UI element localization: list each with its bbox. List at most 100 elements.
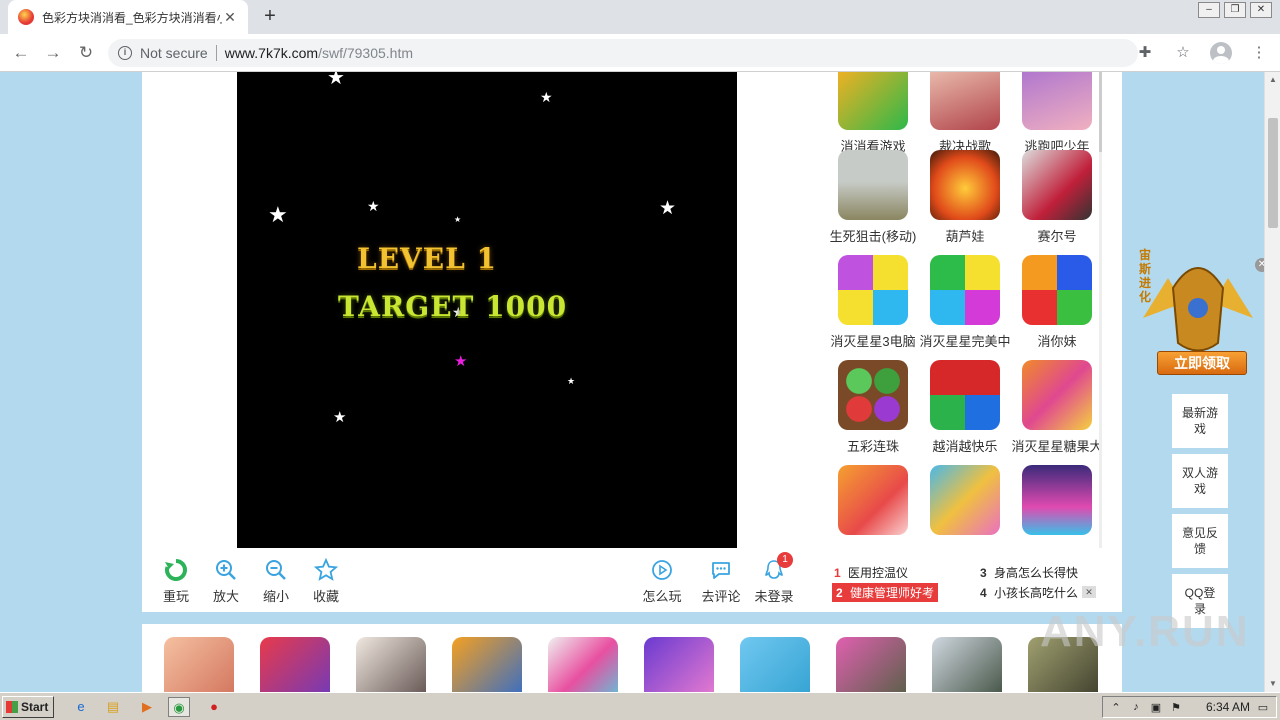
hot-search-item[interactable]: 2 健康管理师好考	[832, 583, 939, 602]
hot-search-item[interactable]: 1 医用控温仪	[834, 564, 908, 581]
chrome-icon[interactable]: ◉	[168, 697, 190, 717]
game-thumbnail	[838, 72, 908, 130]
close-tab-icon[interactable]: ✕	[222, 9, 238, 26]
browser-tab[interactable]: 色彩方块消消看_色彩方块消消看小游戏 ✕	[8, 0, 248, 34]
start-button[interactable]: Start	[2, 696, 54, 718]
extension-icon[interactable]: ✚	[1134, 42, 1156, 64]
side-nav-feedback[interactable]: 意见反馈	[1172, 514, 1228, 568]
game-tile[interactable]: 消消看游戏	[827, 72, 919, 155]
game-thumbnail[interactable]	[356, 637, 426, 692]
close-ad-icon[interactable]: ✕	[1082, 586, 1096, 598]
scroll-up-arrow-icon[interactable]: ▲	[1265, 72, 1280, 88]
security-label: Not secure	[140, 45, 208, 61]
claim-now-button[interactable]: 立即领取	[1157, 351, 1247, 375]
game-thumbnail	[838, 150, 908, 220]
hot-search-item[interactable]: 3 身高怎么长得快	[980, 564, 1078, 581]
game-title: 五彩连珠	[846, 439, 899, 454]
comment-button[interactable]: 去评论	[696, 558, 746, 605]
game-title: 葫芦娃	[945, 229, 985, 244]
game-thumbnail	[838, 465, 908, 535]
game-tile[interactable]: 越消越快乐	[919, 360, 1011, 455]
flag-icon[interactable]: ⚑	[1169, 701, 1183, 714]
game-tile[interactable]	[1011, 465, 1102, 535]
game-thumbnail[interactable]	[836, 637, 906, 692]
game-thumbnail[interactable]	[548, 637, 618, 692]
game-tile[interactable]: 消灭星星完美中	[919, 255, 1011, 350]
comment-icon	[712, 562, 730, 579]
bookmark-star-icon[interactable]: ☆	[1172, 42, 1194, 64]
show-desktop-icon[interactable]: ▭	[1256, 701, 1270, 714]
game-thumbnail	[1022, 72, 1092, 130]
game-thumbnail[interactable]	[260, 637, 330, 692]
forward-arrow-icon[interactable]: →	[42, 42, 64, 64]
game-tile[interactable]: 裁决战歌	[919, 72, 1011, 155]
game-thumbnail[interactable]	[164, 637, 234, 692]
tray-expand-icon[interactable]: ⌃	[1109, 701, 1123, 714]
recommended-games: 消消看游戏 裁决战歌 逃跑吧少年 生死狙击(移动) 葫芦娃 赛尔号 消灭星星3电…	[822, 72, 1102, 548]
media-player-icon[interactable]: ▶	[136, 697, 158, 717]
star-icon: ★	[268, 202, 288, 227]
close-ad-icon[interactable]: ✕	[1255, 258, 1264, 272]
game-tile[interactable]: 逃跑吧少年	[1011, 72, 1102, 155]
new-tab-button[interactable]: +	[258, 5, 282, 29]
game-tile[interactable]: 消灭星星3电脑	[827, 255, 919, 350]
game-tile[interactable]: 五彩连珠	[827, 360, 919, 455]
star-icon: ★	[567, 376, 576, 386]
game-canvas[interactable]: ★ ★ ★ ★ ★ ★ ★ ★ ★ ★ LEVEL 1 TARGET 1000	[237, 72, 737, 548]
menu-dots-icon[interactable]: ⋮	[1248, 42, 1270, 64]
login-button[interactable]: 1 未登录	[749, 552, 799, 605]
system-tray: ⌃ ♪ ▣ ⚑ 6:34 AM ▭	[1102, 696, 1277, 718]
game-thumbnail[interactable]	[644, 637, 714, 692]
security-app-icon[interactable]: ●	[203, 697, 225, 717]
game-tile[interactable]	[919, 465, 1011, 535]
game-tile[interactable]: 生死狙击(移动)	[827, 150, 919, 245]
hot-rank: 3	[980, 566, 987, 580]
game-title: 生死狙击(移动)	[829, 229, 917, 244]
hot-text: 医用控温仪	[848, 566, 909, 580]
game-tile[interactable]: 消你妹	[1011, 255, 1102, 350]
scroll-down-arrow-icon[interactable]: ▼	[1265, 676, 1280, 692]
minimize-button[interactable]: –	[1198, 2, 1220, 18]
folder-icon[interactable]: ▤	[102, 697, 124, 717]
game-thumbnail[interactable]	[932, 637, 1002, 692]
favorite-button[interactable]: 收藏	[301, 558, 351, 605]
back-arrow-icon[interactable]: ←	[10, 42, 32, 64]
volume-icon[interactable]: ♪	[1129, 701, 1143, 713]
game-tile[interactable]	[827, 465, 919, 535]
scroll-thumb[interactable]	[1268, 118, 1278, 228]
address-bar[interactable]: i Not secure www.7k7k.com/swf/79305.htm	[108, 39, 1138, 67]
how-to-play-button[interactable]: 怎么玩	[637, 558, 687, 605]
game-tile[interactable]: 消灭星星糖果大	[1011, 360, 1102, 455]
zoom-out-button[interactable]: 缩小	[251, 558, 301, 605]
floating-ad[interactable]: 宙斯进化 立即领取 ✕	[1133, 248, 1264, 375]
star-icon: ★	[659, 198, 677, 219]
profile-avatar-icon[interactable]	[1210, 42, 1232, 64]
game-thumbnail	[930, 72, 1000, 130]
page-scrollbar[interactable]: ▲ ▼	[1264, 72, 1280, 692]
game-thumbnail	[1022, 255, 1092, 325]
game-thumbnail[interactable]	[740, 637, 810, 692]
network-icon[interactable]: ▣	[1149, 701, 1163, 714]
game-panel: ★ ★ ★ ★ ★ ★ ★ ★ ★ ★ LEVEL 1 TARGET 1000 …	[142, 72, 1122, 612]
game-title: 消你妹	[1037, 334, 1077, 349]
internet-explorer-icon[interactable]: e	[70, 697, 92, 717]
game-tile[interactable]: 葫芦娃	[919, 150, 1011, 245]
hot-search-item[interactable]: 4 小孩长高吃什么	[980, 584, 1078, 601]
close-window-button[interactable]: ✕	[1250, 2, 1272, 18]
reload-icon[interactable]: ↻	[75, 42, 97, 64]
star-icon: ★	[540, 89, 553, 105]
sidebar-scroll-thumb[interactable]	[1099, 72, 1102, 152]
game-thumbnail[interactable]	[452, 637, 522, 692]
game-thumbnail	[838, 255, 908, 325]
toolbar-actions: ✚ ☆ ⋮	[1134, 42, 1270, 64]
side-nav-two-player[interactable]: 双人游戏	[1172, 454, 1228, 508]
zoom-in-button[interactable]: 放大	[201, 558, 251, 605]
info-icon[interactable]: i	[118, 46, 132, 60]
sidebar-scrollbar[interactable]	[1099, 72, 1102, 548]
login-label: 未登录	[754, 589, 794, 604]
restore-button[interactable]: ❐	[1224, 2, 1246, 18]
replay-button[interactable]: 重玩	[151, 558, 201, 605]
side-nav-latest-games[interactable]: 最新游戏	[1172, 394, 1228, 448]
game-tile[interactable]: 赛尔号	[1011, 150, 1102, 245]
zoom-out-icon	[266, 560, 286, 580]
